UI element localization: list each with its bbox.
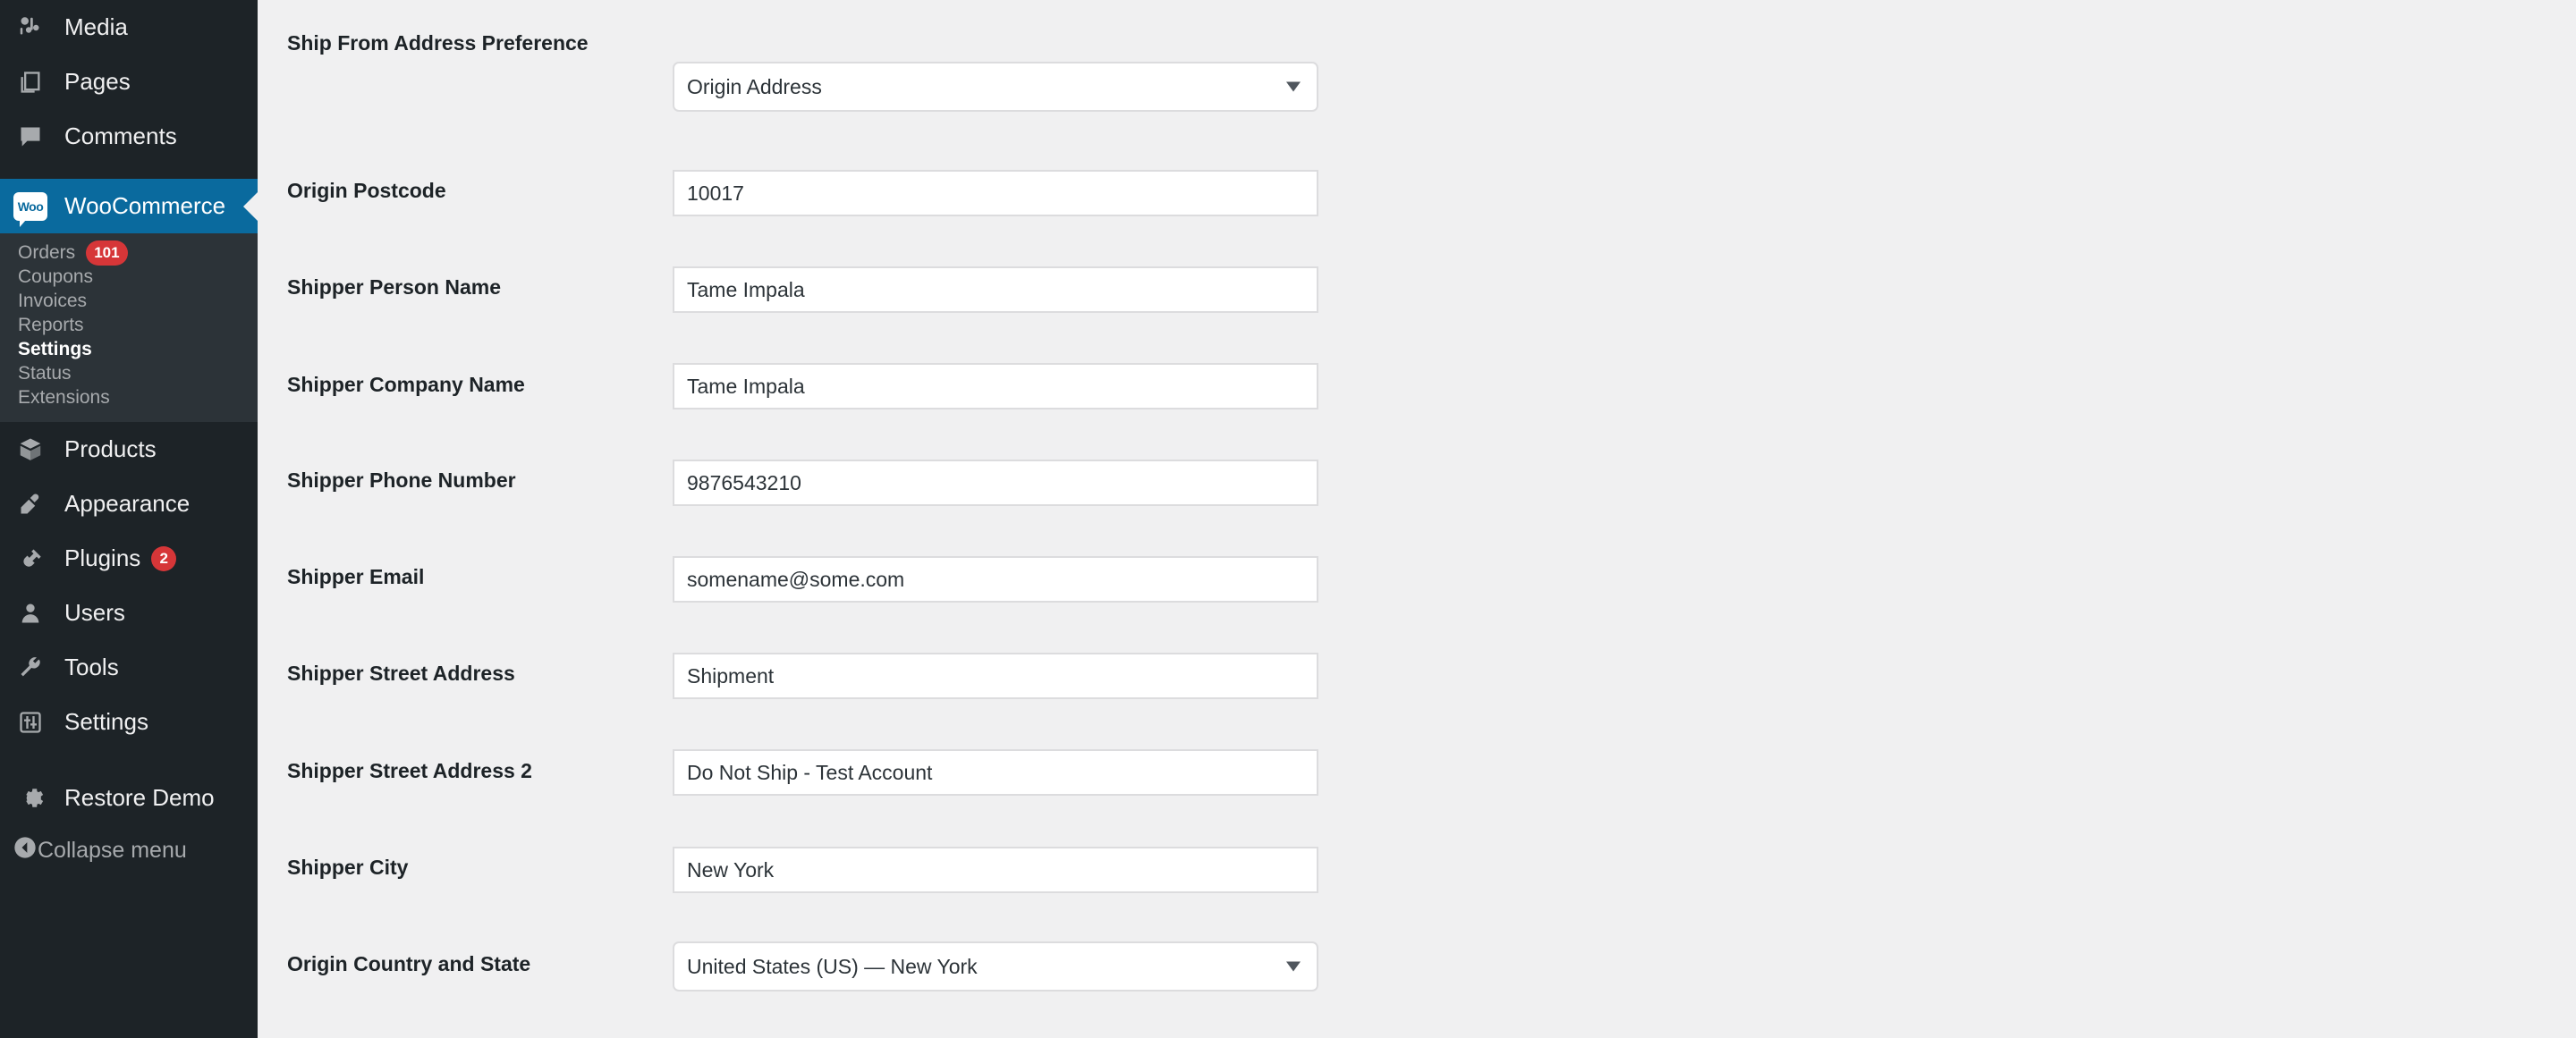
- sidebar-item-pages[interactable]: Pages: [0, 55, 258, 109]
- field-label-ship-from-address-preference: Ship From Address Preference: [287, 31, 589, 55]
- plugins-plug-icon: [13, 541, 48, 577]
- field-label-shipper-email: Shipper Email: [287, 565, 425, 588]
- submenu-item-label: Settings: [18, 338, 92, 359]
- pages-icon: [13, 64, 48, 100]
- field-label-origin-country-and-state: Origin Country and State: [287, 952, 531, 975]
- sidebar-bottom-section: Products Appearance Plugins 2 Users Tool…: [0, 422, 258, 875]
- shipper-phone-number-input[interactable]: [673, 460, 1318, 506]
- sidebar-item-reports[interactable]: Reports: [0, 313, 258, 337]
- submenu-item-label: Coupons: [18, 266, 94, 287]
- submenu-item-label: Extensions: [18, 386, 110, 408]
- settings-sliders-icon: [13, 705, 48, 740]
- sidebar-item-label: WooCommerce: [64, 192, 226, 219]
- collapse-menu-label: Collapse menu: [38, 837, 187, 863]
- sidebar-item-restore-demo[interactable]: Restore Demo: [0, 771, 258, 825]
- origin-country-and-state-select[interactable]: United States (US) — New York: [673, 941, 1318, 992]
- field-label-shipper-street-address-2: Shipper Street Address 2: [287, 759, 532, 782]
- gear-icon: [13, 781, 48, 816]
- settings-form-panel: Ship From Address Preference ? Origin Ad…: [258, 0, 2576, 1038]
- sidebar-item-users[interactable]: Users: [0, 586, 258, 640]
- sidebar-item-label: Pages: [64, 68, 131, 95]
- sidebar-separator: [0, 164, 258, 179]
- users-person-icon: [13, 595, 48, 631]
- sidebar-item-label: Plugins: [64, 544, 141, 571]
- sidebar-item-woocommerce[interactable]: Woo WooCommerce: [0, 179, 258, 233]
- collapse-menu-button[interactable]: Collapse menu: [0, 825, 258, 875]
- plugins-count-badge: 2: [151, 545, 177, 571]
- submenu-item-label: Status: [18, 362, 72, 384]
- sidebar-item-comments[interactable]: Comments: [0, 109, 258, 164]
- field-label-shipper-person-name: Shipper Person Name: [287, 275, 502, 299]
- sidebar-item-label: Media: [64, 13, 128, 40]
- sidebar-item-label: Restore Demo: [64, 784, 215, 811]
- woocommerce-logo-icon: Woo: [13, 189, 48, 227]
- comments-icon: [13, 119, 48, 155]
- sidebar-top-section: Media Pages Comments: [0, 0, 258, 164]
- sidebar-item-appearance[interactable]: Appearance: [0, 477, 258, 531]
- sidebar-item-settings-global[interactable]: Settings: [0, 695, 258, 749]
- origin-postcode-input[interactable]: [673, 170, 1318, 216]
- admin-page: Media Pages Comments Woo WooCommerce Ord…: [0, 0, 2576, 1038]
- field-label-shipper-street-address: Shipper Street Address: [287, 662, 515, 685]
- sidebar-item-label: Comments: [64, 122, 177, 149]
- sidebar-item-coupons[interactable]: Coupons: [0, 265, 258, 289]
- collapse-arrow-icon: [13, 835, 38, 866]
- sidebar-item-media[interactable]: Media: [0, 0, 258, 55]
- sidebar-item-status[interactable]: Status: [0, 361, 258, 385]
- sidebar-item-settings[interactable]: Settings: [0, 337, 258, 361]
- sidebar-item-label: Users: [64, 599, 125, 626]
- shipper-person-name-input[interactable]: [673, 266, 1318, 313]
- media-icon: [13, 10, 48, 46]
- appearance-brush-icon: [13, 486, 48, 522]
- sidebar-item-orders[interactable]: Orders 101: [0, 240, 258, 266]
- shipper-street-address-input[interactable]: [673, 653, 1318, 699]
- submenu-item-label: Invoices: [18, 290, 88, 311]
- select-value: United States (US) — New York: [687, 954, 978, 978]
- shipper-email-input[interactable]: [673, 556, 1318, 603]
- shipper-street-address-2-input[interactable]: [673, 749, 1318, 796]
- admin-sidebar: Media Pages Comments Woo WooCommerce Ord…: [0, 0, 258, 1038]
- sidebar-item-products[interactable]: Products: [0, 422, 258, 477]
- submenu-item-label: Orders: [18, 241, 76, 263]
- chevron-down-icon: [1286, 81, 1301, 92]
- products-box-icon: [13, 432, 48, 468]
- sidebar-item-label: Tools: [64, 654, 119, 680]
- woo-badge: Woo: [13, 191, 47, 227]
- shipper-city-input[interactable]: [673, 847, 1318, 893]
- sidebar-item-label: Appearance: [64, 490, 191, 517]
- tools-wrench-icon: [13, 650, 48, 686]
- woocommerce-submenu: Orders 101 Coupons Invoices Reports Sett…: [0, 233, 258, 422]
- ship-from-address-preference-select[interactable]: Origin Address: [673, 62, 1318, 112]
- sidebar-item-tools[interactable]: Tools: [0, 640, 258, 695]
- field-label-origin-postcode: Origin Postcode: [287, 179, 446, 202]
- sidebar-item-label: Products: [64, 435, 157, 462]
- field-label-shipper-phone-number: Shipper Phone Number: [287, 468, 516, 492]
- sidebar-item-invoices[interactable]: Invoices: [0, 289, 258, 313]
- select-value: Origin Address: [687, 74, 822, 98]
- shipper-company-name-input[interactable]: [673, 363, 1318, 409]
- chevron-down-icon: [1286, 961, 1301, 972]
- submenu-item-label: Reports: [18, 314, 84, 335]
- sidebar-item-plugins[interactable]: Plugins 2: [0, 531, 258, 586]
- sidebar-item-extensions[interactable]: Extensions: [0, 385, 258, 409]
- sidebar-separator-2: [0, 749, 258, 771]
- field-label-shipper-city: Shipper City: [287, 856, 409, 879]
- orders-count-badge: 101: [86, 240, 128, 266]
- sidebar-item-label: Settings: [64, 708, 148, 735]
- field-label-shipper-company-name: Shipper Company Name: [287, 373, 525, 396]
